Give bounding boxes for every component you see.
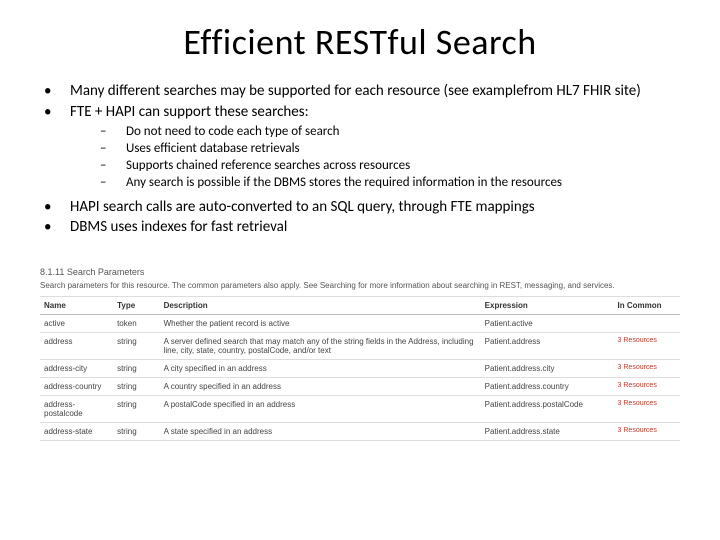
list-item: –Any search is possible if the DBMS stor… <box>100 175 680 191</box>
bullet-text: DBMS uses indexes for fast retrieval <box>70 218 680 237</box>
bullet-dot-icon: • <box>40 103 70 196</box>
dash-icon: – <box>100 141 126 157</box>
cell-description: A server defined search that may match a… <box>160 333 481 360</box>
cell-description: A state specified in an address <box>160 423 481 441</box>
col-type: Type <box>113 297 160 315</box>
cell-type: token <box>113 315 160 333</box>
in-common-link[interactable]: 3 Resources <box>618 337 657 344</box>
bullet-text: FTE + HAPI can support these searches: –… <box>70 103 680 196</box>
bullet-text-inner: FTE + HAPI can support these searches: <box>70 103 309 121</box>
list-item: • FTE + HAPI can support these searches:… <box>40 103 680 196</box>
list-item: • Many different searches may be support… <box>40 82 680 101</box>
section-description: Search parameters for this resource. The… <box>40 281 680 290</box>
in-common-link[interactable]: 3 Resources <box>618 400 657 407</box>
cell-name: address-postalcode <box>40 396 113 423</box>
cell-expression: Patient.address.state <box>481 423 614 441</box>
bullet-dot-icon: • <box>40 198 70 217</box>
list-item: • DBMS uses indexes for fast retrieval <box>40 218 680 237</box>
col-description: Description <box>160 297 481 315</box>
sub-text: Supports chained reference searches acro… <box>126 158 680 174</box>
search-params-section: 8.1.11 Search Parameters Search paramete… <box>40 267 680 441</box>
cell-expression: Patient.address.country <box>481 378 614 396</box>
list-item: –Supports chained reference searches acr… <box>100 158 680 174</box>
bullet-dot-icon: • <box>40 218 70 237</box>
cell-type: string <box>113 333 160 360</box>
bullet-text: Many different searches may be supported… <box>70 82 680 101</box>
dash-icon: – <box>100 158 126 174</box>
cell-expression: Patient.active <box>481 315 614 333</box>
table-row: activetokenWhether the patient record is… <box>40 315 680 333</box>
cell-description: Whether the patient record is active <box>160 315 481 333</box>
table-row: address-statestringA state specified in … <box>40 423 680 441</box>
list-item: –Uses efficient database retrievals <box>100 141 680 157</box>
cell-in-common <box>614 315 680 333</box>
table-row: address-countrystringA country specified… <box>40 378 680 396</box>
sub-text: Uses efficient database retrievals <box>126 141 680 157</box>
col-in-common: In Common <box>614 297 680 315</box>
sub-list: –Do not need to code each type of search… <box>70 124 680 192</box>
slide-title: Efficient RESTful Search <box>40 20 680 64</box>
sub-text: Any search is possible if the DBMS store… <box>126 175 680 191</box>
table-row: addressstringA server defined search tha… <box>40 333 680 360</box>
cell-expression: Patient.address <box>481 333 614 360</box>
cell-name: active <box>40 315 113 333</box>
cell-in-common: 3 Resources <box>614 360 680 378</box>
cell-in-common: 3 Resources <box>614 396 680 423</box>
cell-in-common: 3 Resources <box>614 378 680 396</box>
cell-name: address-city <box>40 360 113 378</box>
bullet-dot-icon: • <box>40 82 70 101</box>
section-number-value: 8.1.11 <box>40 267 64 277</box>
cell-type: string <box>113 378 160 396</box>
table-row: address-postalcodestringA postalCode spe… <box>40 396 680 423</box>
cell-type: string <box>113 423 160 441</box>
dash-icon: – <box>100 124 126 140</box>
cell-description: A country specified in an address <box>160 378 481 396</box>
cell-description: A city specified in an address <box>160 360 481 378</box>
cell-type: string <box>113 396 160 423</box>
cell-name: address-state <box>40 423 113 441</box>
search-params-table: Name Type Description Expression In Comm… <box>40 296 680 441</box>
cell-type: string <box>113 360 160 378</box>
cell-expression: Patient.address.postalCode <box>481 396 614 423</box>
cell-name: address-country <box>40 378 113 396</box>
in-common-link[interactable]: 3 Resources <box>618 427 657 434</box>
cell-name: address <box>40 333 113 360</box>
bullet-text: HAPI search calls are auto-converted to … <box>70 198 680 217</box>
in-common-link[interactable]: 3 Resources <box>618 382 657 389</box>
in-common-link[interactable]: 3 Resources <box>618 364 657 371</box>
table-row: address-citystringA city specified in an… <box>40 360 680 378</box>
cell-in-common: 3 Resources <box>614 333 680 360</box>
section-number: 8.1.11 Search Parameters <box>40 267 680 277</box>
bullet-list: • Many different searches may be support… <box>40 82 680 237</box>
sub-text: Do not need to code each type of search <box>126 124 680 140</box>
col-expression: Expression <box>481 297 614 315</box>
cell-description: A postalCode specified in an address <box>160 396 481 423</box>
dash-icon: – <box>100 175 126 191</box>
cell-expression: Patient.address.city <box>481 360 614 378</box>
col-name: Name <box>40 297 113 315</box>
cell-in-common: 3 Resources <box>614 423 680 441</box>
list-item: –Do not need to code each type of search <box>100 124 680 140</box>
table-header-row: Name Type Description Expression In Comm… <box>40 297 680 315</box>
section-heading: Search Parameters <box>67 267 145 277</box>
list-item: • HAPI search calls are auto-converted t… <box>40 198 680 217</box>
